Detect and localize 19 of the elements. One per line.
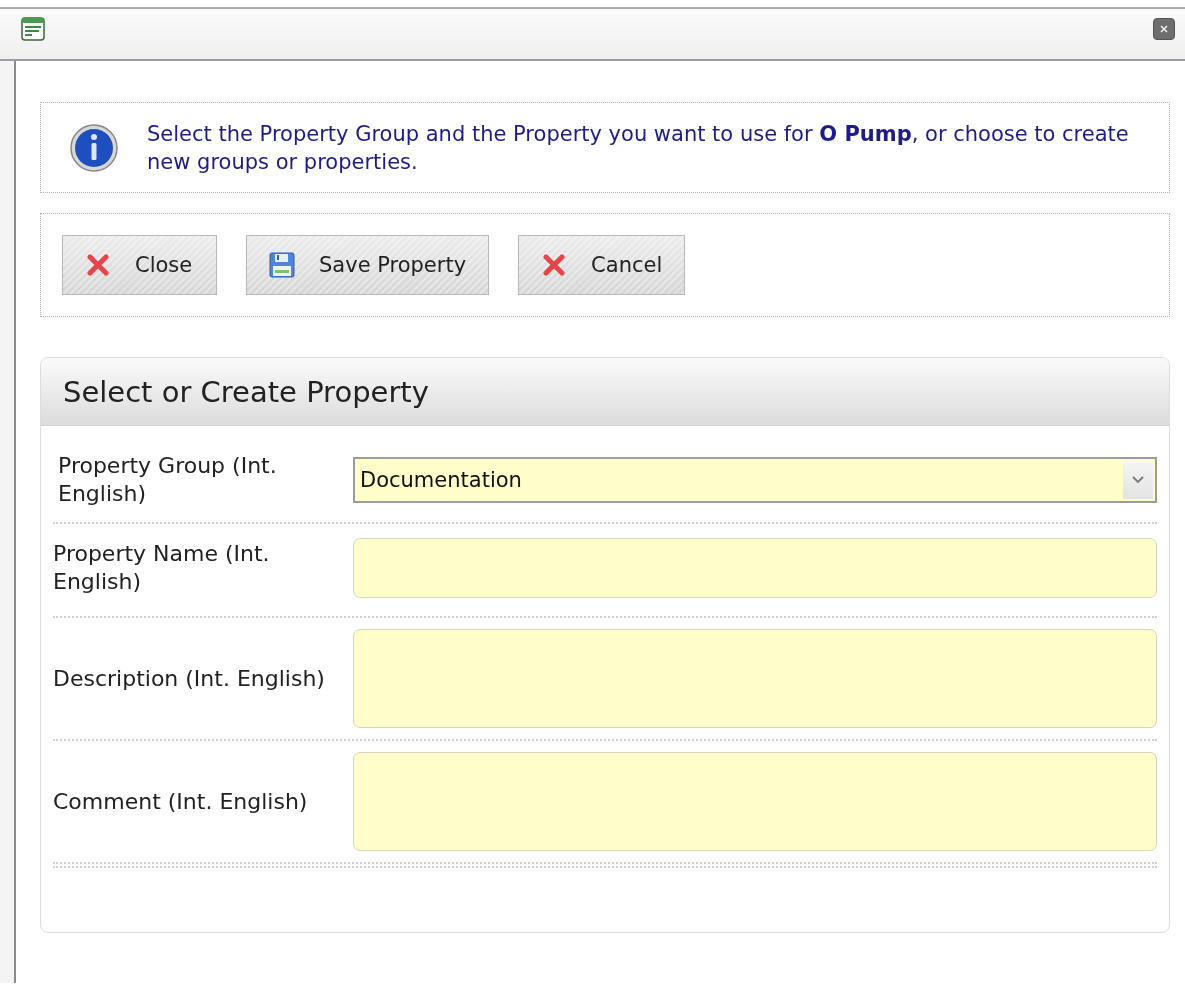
close-button[interactable]: Close	[62, 235, 217, 295]
cross-icon	[85, 252, 111, 278]
field-label: Description (Int. English)	[53, 664, 326, 693]
field-label: Comment (Int. English)	[53, 787, 309, 816]
panel-title: Select or Create Property	[63, 374, 429, 409]
text-area[interactable]	[353, 752, 1157, 851]
input-field[interactable]	[353, 538, 1157, 598]
dropdown-field[interactable]: Documentation	[353, 457, 1157, 503]
cross-icon	[541, 252, 568, 278]
window-icon	[21, 17, 45, 41]
close-button[interactable]	[1153, 18, 1175, 40]
save-button[interactable]: Save Property	[246, 235, 490, 295]
cancel-button[interactable]: Cancel	[518, 235, 686, 295]
dropdown-value: Documentation	[360, 468, 522, 492]
info-message: Select the Property Group and the Property you want to use for O Pump, or choose to create new groups or properties.	[147, 120, 1129, 176]
text-area[interactable]	[353, 629, 1157, 728]
info-icon	[69, 122, 119, 173]
field-label: Property Name (Int. English)	[53, 540, 271, 596]
field-label: Property Group (Int. English)	[57, 452, 278, 508]
